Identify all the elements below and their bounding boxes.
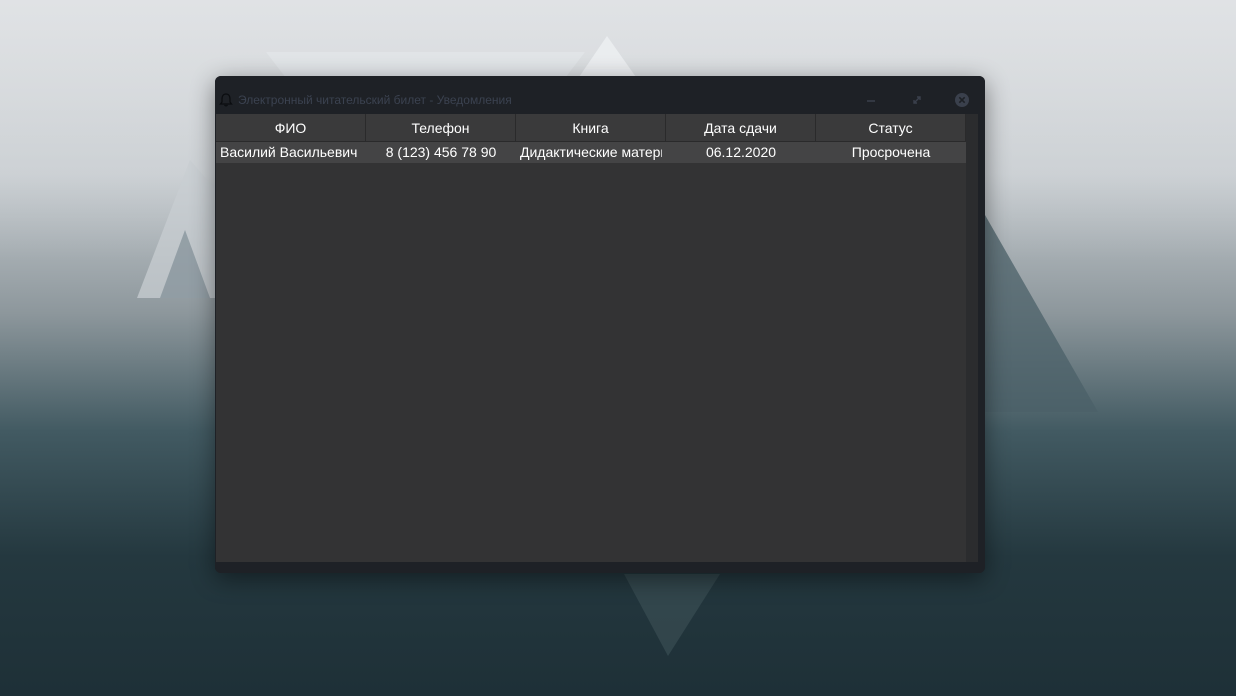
- close-icon: [955, 93, 969, 107]
- cell-book: Дидактические материалы: [520, 144, 662, 160]
- cell-status: Просрочена: [851, 144, 931, 160]
- window-bottom-border: [215, 562, 985, 573]
- column-header-book[interactable]: Книга: [516, 114, 666, 142]
- vertical-scrollbar[interactable]: [966, 114, 978, 562]
- column-header-due-date[interactable]: Дата сдачи: [666, 114, 816, 142]
- maximize-icon: [913, 96, 921, 104]
- cell-name: Василий Васильевич: [220, 144, 358, 160]
- bell-icon: [218, 92, 234, 108]
- notifications-table: ФИО Телефон Книга Дата сдачи Статус Васи…: [216, 114, 966, 562]
- cell-due-date: 06.12.2020: [705, 144, 777, 160]
- close-button[interactable]: [952, 90, 972, 110]
- minimize-button[interactable]: [861, 90, 881, 110]
- window-title: Электронный читательский билет - Уведомл…: [238, 93, 512, 107]
- notifications-window: Электронный читательский билет - Уведомл…: [215, 76, 985, 573]
- column-header-status[interactable]: Статус: [816, 114, 966, 142]
- column-header-phone[interactable]: Телефон: [366, 114, 516, 142]
- minimize-icon: [867, 100, 875, 102]
- cell-phone: 8 (123) 456 78 90: [385, 144, 497, 160]
- title-bar[interactable]: Электронный читательский билет - Уведомл…: [215, 76, 985, 114]
- table-row[interactable]: Василий Васильевич 8 (123) 456 78 90 Дид…: [216, 142, 966, 163]
- column-header-name[interactable]: ФИО: [216, 114, 366, 142]
- maximize-button[interactable]: [907, 90, 927, 110]
